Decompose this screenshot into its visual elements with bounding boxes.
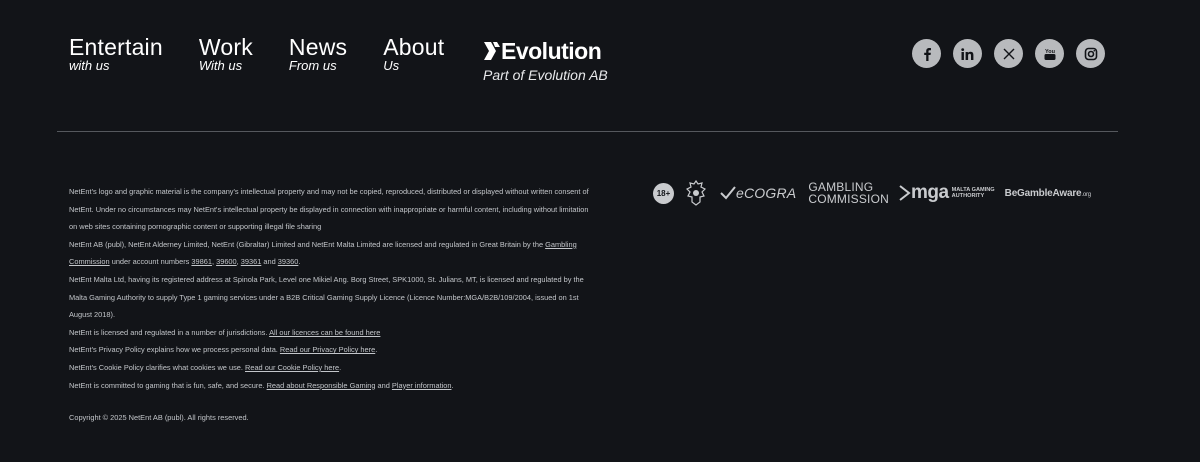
nav-subtitle: with us bbox=[69, 58, 110, 73]
youtube-button[interactable]: You bbox=[1035, 39, 1064, 68]
licence-notice-gb: NetEnt AB (publ), NetEnt Alderney Limite… bbox=[69, 236, 589, 271]
brand-name: Evolution bbox=[501, 38, 602, 64]
licences-notice: NetEnt is licensed and regulated in a nu… bbox=[69, 324, 589, 342]
legal-text: NetEnt's logo and graphic material is th… bbox=[69, 183, 589, 394]
social-links: You bbox=[912, 39, 1117, 68]
separator: . bbox=[375, 345, 378, 355]
player-information-link[interactable]: Player information bbox=[392, 381, 452, 390]
evolution-brand-link[interactable]: Evolution Part of Evolution AB bbox=[483, 38, 608, 83]
x-button[interactable] bbox=[994, 39, 1023, 68]
footer-divider bbox=[57, 131, 1118, 132]
ip-notice: NetEnt's logo and graphic material is th… bbox=[69, 187, 589, 232]
regulator-logos: 18+ eCOGRA GAMBLING COMMISSION mga MALTA… bbox=[653, 180, 1091, 206]
licence-text: NetEnt AB (publ), NetEnt Alderney Limite… bbox=[69, 239, 546, 249]
nav-title: Work bbox=[198, 34, 253, 60]
facebook-button[interactable] bbox=[912, 39, 941, 68]
nav-work-link[interactable]: Work With us bbox=[199, 34, 253, 73]
responsible-gaming-notice: NetEnt is committed to gaming that is fu… bbox=[69, 377, 589, 395]
privacy-notice: NetEnt's Privacy Policy explains how we … bbox=[69, 341, 589, 359]
bga-org: .org bbox=[1081, 191, 1091, 198]
separator: . bbox=[339, 362, 342, 372]
checkmark-icon bbox=[720, 186, 736, 200]
separator: . bbox=[298, 257, 301, 267]
licences-text: NetEnt is licensed and regulated in a nu… bbox=[69, 327, 270, 337]
instagram-icon bbox=[1084, 47, 1097, 60]
nav-title: About bbox=[383, 34, 445, 60]
x-icon bbox=[1003, 48, 1014, 59]
nav-subtitle: With us bbox=[198, 58, 243, 73]
cookie-notice: NetEnt's Cookie Policy clarifies what co… bbox=[69, 359, 589, 377]
footer-nav: Entertain with us Work With us News From… bbox=[69, 34, 480, 73]
facebook-icon bbox=[923, 47, 931, 61]
nav-news-link[interactable]: News From us bbox=[289, 34, 347, 73]
mga-chevron-icon bbox=[899, 185, 911, 201]
brand-logo: Evolution bbox=[483, 38, 608, 64]
gc-line: COMMISSION bbox=[808, 192, 889, 206]
instagram-button[interactable] bbox=[1076, 39, 1105, 68]
responsible-text: NetEnt is committed to gaming that is fu… bbox=[69, 380, 267, 390]
gambling-commission-logo: GAMBLING COMMISSION bbox=[808, 181, 889, 205]
licence-text: under account numbers bbox=[109, 257, 192, 267]
separator: and bbox=[375, 380, 392, 390]
separator: and bbox=[261, 257, 278, 267]
licence-notice-malta: NetEnt Malta Ltd, having its registered … bbox=[69, 274, 584, 320]
linkedin-icon bbox=[961, 47, 974, 60]
nav-subtitle: Us bbox=[383, 58, 400, 73]
youtube-icon: You bbox=[1044, 49, 1055, 60]
linkedin-button[interactable] bbox=[953, 39, 982, 68]
alderney-crest-icon bbox=[686, 180, 706, 206]
account-link[interactable]: 39600 bbox=[216, 257, 237, 266]
account-link[interactable]: 39361 bbox=[241, 257, 262, 266]
cookie-policy-link[interactable]: Read our Cookie Policy here bbox=[245, 363, 339, 372]
nav-title: Entertain bbox=[69, 34, 163, 60]
account-link[interactable]: 39861 bbox=[191, 257, 212, 266]
mga-subtitle: MALTA GAMING AUTHORITY bbox=[952, 187, 995, 199]
evolution-mark-icon bbox=[484, 42, 500, 60]
ecogra-logo: eCOGRA bbox=[720, 185, 796, 201]
mga-logo: mga MALTA GAMING AUTHORITY bbox=[899, 182, 995, 204]
cookie-text: NetEnt's Cookie Policy clarifies what co… bbox=[69, 362, 245, 372]
mga-sub-line: AUTHORITY bbox=[951, 193, 985, 199]
nav-subtitle: From us bbox=[288, 58, 337, 73]
privacy-text: NetEnt's Privacy Policy explains how we … bbox=[69, 345, 280, 355]
copyright: Copyright © 2025 NetEnt AB (publ). All r… bbox=[69, 413, 249, 422]
bga-text: BeGambleAware bbox=[1004, 187, 1082, 199]
mga-text: mga bbox=[911, 182, 949, 203]
nav-about-link[interactable]: About Us bbox=[383, 34, 444, 73]
privacy-policy-link[interactable]: Read our Privacy Policy here bbox=[280, 345, 375, 354]
nav-title: News bbox=[288, 34, 348, 60]
licences-link[interactable]: All our licences can be found here bbox=[269, 328, 380, 337]
nav-entertain-link[interactable]: Entertain with us bbox=[69, 34, 163, 73]
separator: . bbox=[451, 380, 454, 390]
brand-subtitle: Part of Evolution AB bbox=[483, 67, 608, 83]
ecogra-text: eCOGRA bbox=[736, 185, 797, 201]
age-18-badge: 18+ bbox=[653, 182, 674, 204]
responsible-gaming-link[interactable]: Read about Responsible Gaming bbox=[267, 381, 376, 390]
begambleaware-logo: BeGambleAware.org bbox=[1005, 188, 1091, 199]
account-link[interactable]: 39360 bbox=[278, 257, 299, 266]
